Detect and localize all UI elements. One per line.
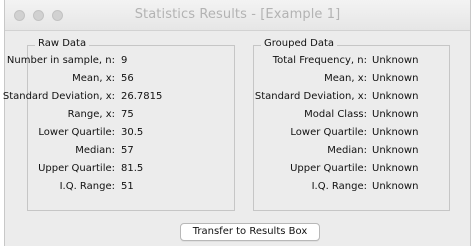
grouped-value: Unknown [372,91,419,102]
raw-row-median: Median: 57 [28,144,234,158]
title-bar[interactable]: Statistics Results - [Example 1] [5,0,470,31]
raw-label: Lower Quartile: [38,127,115,138]
grouped-row-iq-range: I.Q. Range: Unknown [254,180,449,194]
raw-row-mean: Mean, x: 56 [28,72,234,86]
raw-row-range: Range, x: 75 [28,108,234,122]
transfer-to-results-box-button[interactable]: Transfer to Results Box [180,223,320,241]
grouped-label: Modal Class: [304,109,367,120]
grouped-row-lower-quartile: Lower Quartile: Unknown [254,126,449,140]
raw-label: Standard Deviation, x: [2,91,115,102]
grouped-value: Unknown [372,127,419,138]
grouped-label: I.Q. Range: [311,181,367,192]
raw-row-std-dev: Standard Deviation, x: 26.7815 [3,90,234,104]
raw-label: Range, x: [67,109,115,120]
raw-row-lower-quartile: Lower Quartile: 30.5 [28,126,234,140]
raw-label: Mean, x: [72,73,115,84]
raw-value: 51 [121,181,134,192]
grouped-value: Unknown [372,55,419,66]
raw-label: Upper Quartile: [38,163,115,174]
grouped-row-median: Median: Unknown [254,144,449,158]
raw-value: 81.5 [121,163,144,174]
grouped-row-std-dev: Standard Deviation, x: Unknown [254,90,449,104]
grouped-label: Mean, x: [324,73,367,84]
raw-label: Number in sample, n: [6,55,115,66]
raw-value: 75 [121,109,134,120]
raw-row-sample-size: Number in sample, n: 9 [7,54,234,68]
grouped-label: Lower Quartile: [290,127,367,138]
grouped-label: Standard Deviation, x: [254,91,367,102]
grouped-value: Unknown [372,109,419,120]
window-title: Statistics Results - [Example 1] [134,7,341,22]
raw-value: 26.7815 [121,91,163,102]
raw-row-upper-quartile: Upper Quartile: 81.5 [28,162,234,176]
grouped-label: Total Frequency, n: [272,55,367,66]
grouped-row-upper-quartile: Upper Quartile: Unknown [254,162,449,176]
grouped-row-modal-class: Modal Class: Unknown [254,108,449,122]
grouped-data-group-title: Grouped Data [261,38,337,49]
raw-data-group: Raw Data Number in sample, n: 9 Mean, x:… [3,38,235,211]
raw-label: I.Q. Range: [59,181,115,192]
grouped-value: Unknown [372,145,419,156]
grouped-row-mean: Mean, x: Unknown [254,72,449,86]
grouped-data-group: Grouped Data Total Frequency, n: Unknown… [253,38,450,211]
grouped-value: Unknown [372,181,419,192]
raw-data-group-title: Raw Data [35,38,90,49]
raw-value: 30.5 [121,127,144,138]
statistics-results-window: Statistics Results - [Example 1] Raw Dat… [3,0,471,246]
grouped-value: Unknown [372,163,419,174]
grouped-value: Unknown [372,73,419,84]
grouped-label: Median: [327,145,367,156]
raw-value: 57 [121,145,134,156]
grouped-label: Upper Quartile: [290,163,367,174]
raw-value: 56 [121,73,134,84]
grouped-row-total-frequency: Total Frequency, n: Unknown [254,54,449,68]
raw-value: 9 [121,55,128,66]
raw-row-iq-range: I.Q. Range: 51 [28,180,234,194]
raw-label: Median: [75,145,115,156]
